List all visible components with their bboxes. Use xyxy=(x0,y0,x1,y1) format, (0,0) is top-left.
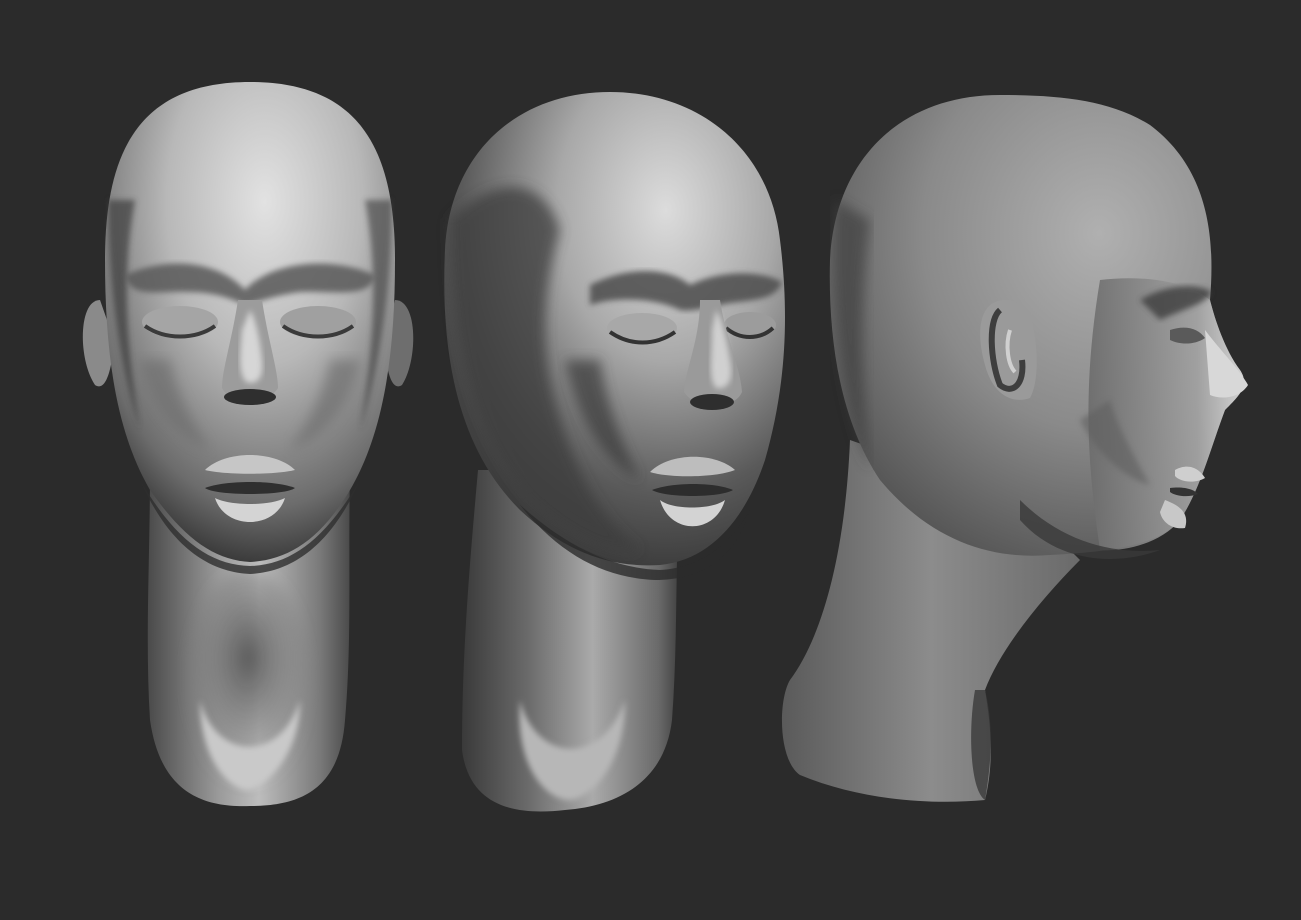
sculpt-viewport[interactable] xyxy=(0,0,1301,920)
viewport-canvas[interactable] xyxy=(0,0,1301,920)
head-front-view[interactable] xyxy=(82,82,414,807)
head-profile-view[interactable] xyxy=(781,95,1248,802)
head-three-quarter-view[interactable] xyxy=(444,92,785,812)
